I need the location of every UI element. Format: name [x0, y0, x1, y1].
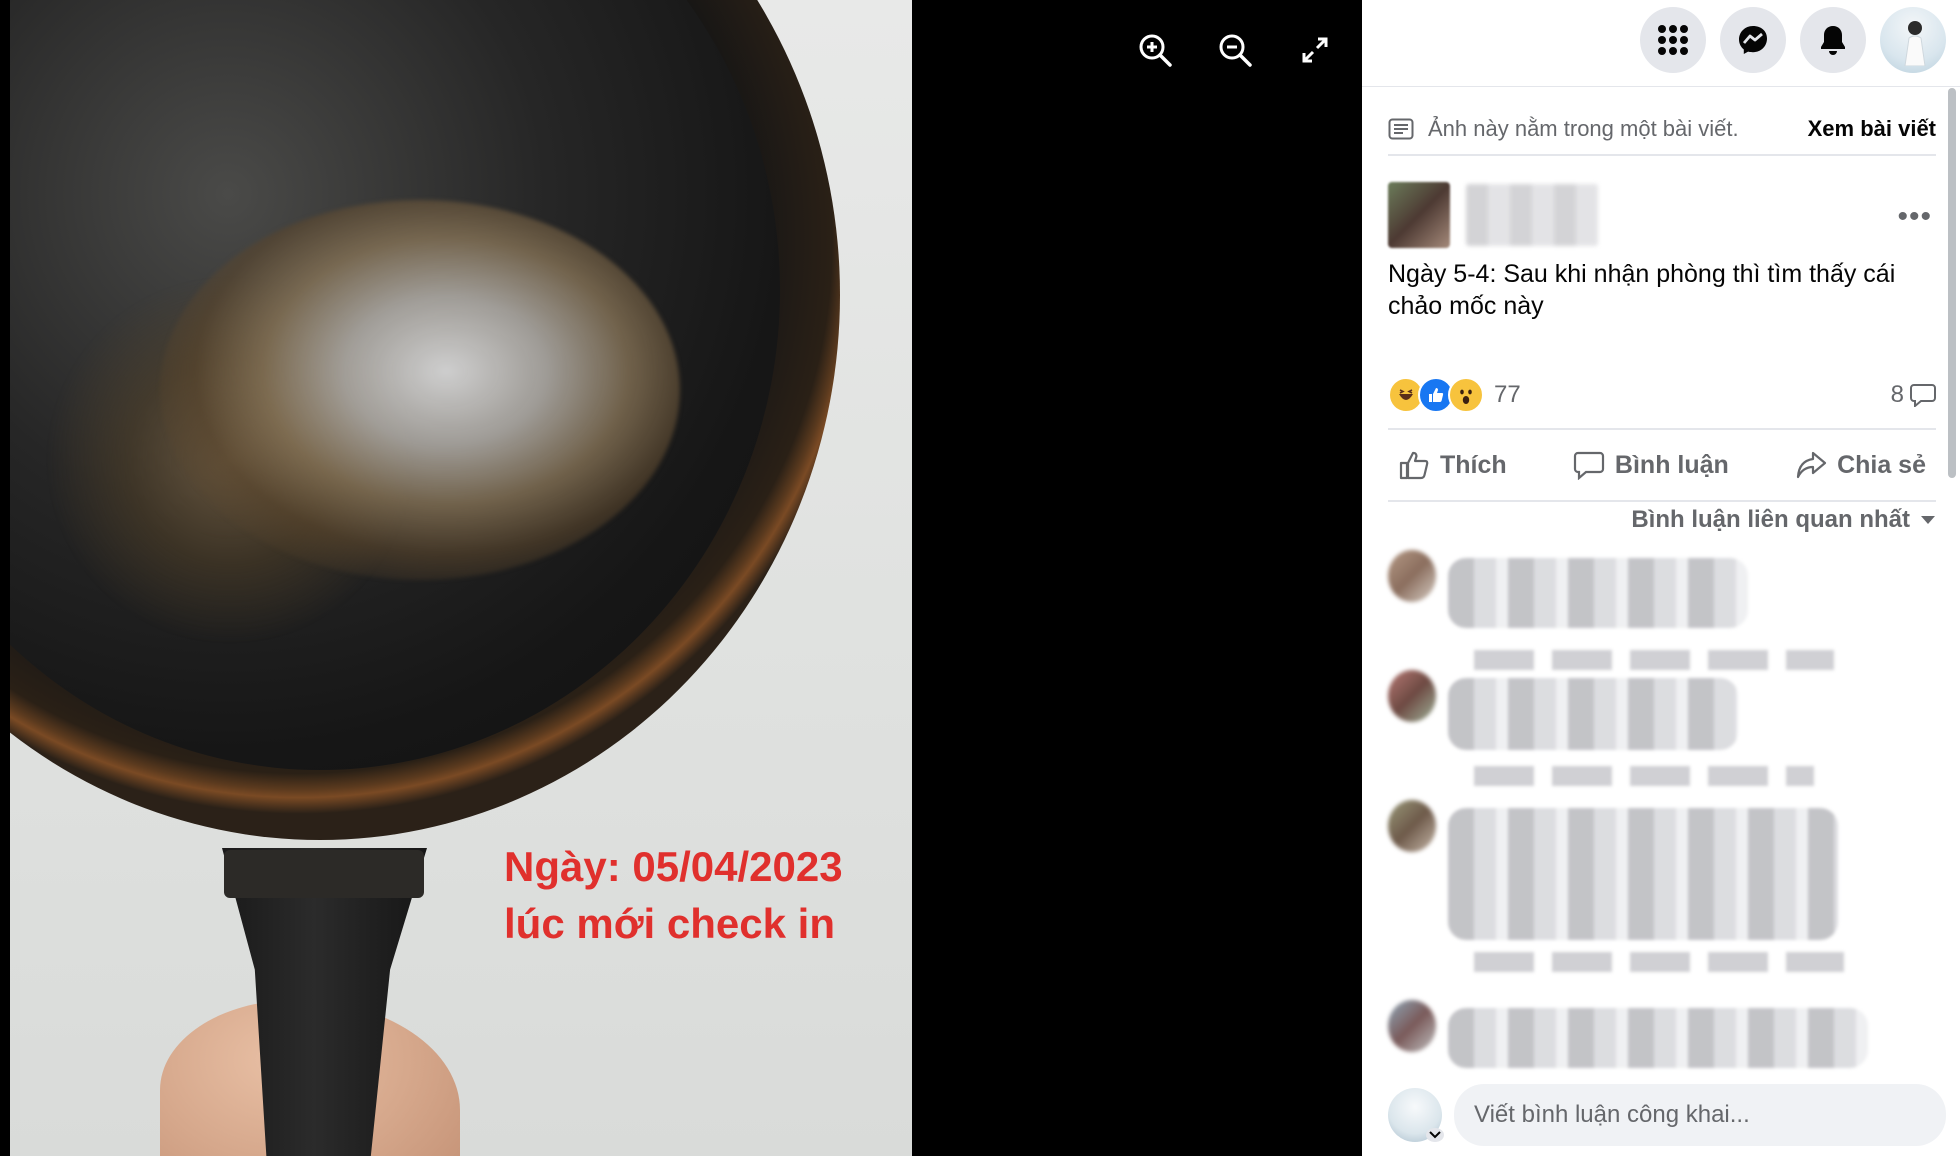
comment-count[interactable]: 8 [1891, 381, 1936, 409]
post-side-panel: Ảnh này nằm trong một bài viết. Xem bài … [1362, 0, 1960, 1156]
share-icon [1796, 451, 1827, 479]
comment-bubble-blurred [1448, 808, 1838, 940]
comment-actions-blurred [1474, 766, 1814, 786]
comment-icon [1573, 451, 1605, 480]
reactions-bar: 77 8 [1388, 375, 1936, 415]
comment-input[interactable]: Viết bình luận công khai... [1454, 1084, 1946, 1146]
comment-label: Bình luận [1614, 450, 1729, 479]
handle-collar [224, 850, 424, 898]
reaction-count[interactable]: 77 [1494, 381, 1521, 409]
zoom-out-button[interactable] [1210, 28, 1260, 72]
caret-down-icon [1921, 516, 1935, 524]
zoom-in-icon [1139, 34, 1172, 67]
top-icons [1640, 7, 1946, 73]
share-button[interactable]: Chia sẻ [1785, 450, 1936, 480]
messenger-button[interactable] [1720, 7, 1786, 73]
chevron-down-icon [1426, 1128, 1444, 1142]
view-post-link[interactable]: Xem bài viết [1808, 116, 1936, 142]
comment-actions-blurred [1474, 952, 1844, 972]
author-avatar[interactable] [1388, 182, 1450, 248]
comment-item [1388, 670, 1936, 786]
share-label: Chia sẻ [1837, 450, 1926, 479]
person-icon [1904, 21, 1926, 66]
menu-grid-icon [1658, 25, 1688, 55]
notifications-button[interactable] [1800, 7, 1866, 73]
viewer-toolbar [1130, 28, 1340, 72]
post-actions: Thích Bình luận Chia sẻ [1388, 428, 1936, 502]
comment-bubble-icon [1910, 384, 1936, 407]
fullscreen-icon [1302, 37, 1328, 63]
post-photo: Ngày: 05/04/2023 lúc mới check in [10, 0, 912, 1156]
sort-label: Bình luận liên quan nhất [1631, 506, 1910, 533]
wow-icon[interactable] [1448, 377, 1484, 413]
comment-item [1388, 1000, 1936, 1070]
like-label: Thích [1440, 450, 1507, 479]
profile-avatar[interactable] [1880, 7, 1946, 73]
comment-count-value: 8 [1890, 381, 1904, 408]
notice-text: Ảnh này nằm trong một bài viết. [1428, 116, 1739, 141]
composer-avatar[interactable] [1388, 1088, 1444, 1142]
document-icon [1388, 118, 1414, 140]
comment-item [1388, 800, 1936, 980]
bell-icon [1821, 26, 1845, 55]
scrollbar[interactable] [1948, 88, 1956, 478]
top-bar [1362, 0, 1960, 87]
menu-button[interactable] [1640, 7, 1706, 73]
post-notice: Ảnh này nằm trong một bài viết. Xem bài … [1388, 104, 1936, 156]
comment-button[interactable]: Bình luận [1563, 450, 1739, 480]
commenter-avatar[interactable] [1388, 670, 1436, 722]
comment-bubble-blurred [1448, 1008, 1868, 1068]
like-button[interactable]: Thích [1388, 449, 1517, 481]
comment-bubble-blurred [1448, 678, 1738, 750]
mold-patch [160, 200, 680, 580]
post-text: Ngày 5-4: Sau khi nhận phòng thì tìm thấ… [1388, 260, 1896, 320]
caption-date: Ngày: 05/04/2023 [504, 843, 843, 890]
comment-actions-blurred [1474, 650, 1834, 670]
thumbs-up-icon [1399, 451, 1429, 480]
comment-composer: Viết bình luận công khai... [1388, 1080, 1946, 1150]
more-options-button[interactable]: ••• [1897, 200, 1932, 234]
comment-bubble-blurred [1448, 558, 1748, 628]
comment-sort-dropdown[interactable]: Bình luận liên quan nhất [1631, 506, 1936, 534]
commenter-avatar[interactable] [1388, 1000, 1436, 1052]
zoom-out-icon [1219, 34, 1252, 67]
comment-input-placeholder: Viết bình luận công khai... [1474, 1101, 1750, 1128]
post-header: ••• [1388, 182, 1936, 248]
author-name-blurred[interactable] [1466, 184, 1598, 246]
commenter-avatar[interactable] [1388, 800, 1436, 852]
commenter-avatar[interactable] [1388, 550, 1436, 602]
comment-item [1388, 550, 1936, 670]
photo-caption: Ngày: 05/04/2023 lúc mới check in [504, 838, 843, 952]
zoom-in-button[interactable] [1130, 28, 1180, 72]
fullscreen-button[interactable] [1290, 28, 1340, 72]
caption-note: lúc mới check in [504, 900, 835, 947]
messenger-icon [1739, 26, 1767, 54]
photo-viewer: Ngày: 05/04/2023 lúc mới check in [0, 0, 1362, 1156]
